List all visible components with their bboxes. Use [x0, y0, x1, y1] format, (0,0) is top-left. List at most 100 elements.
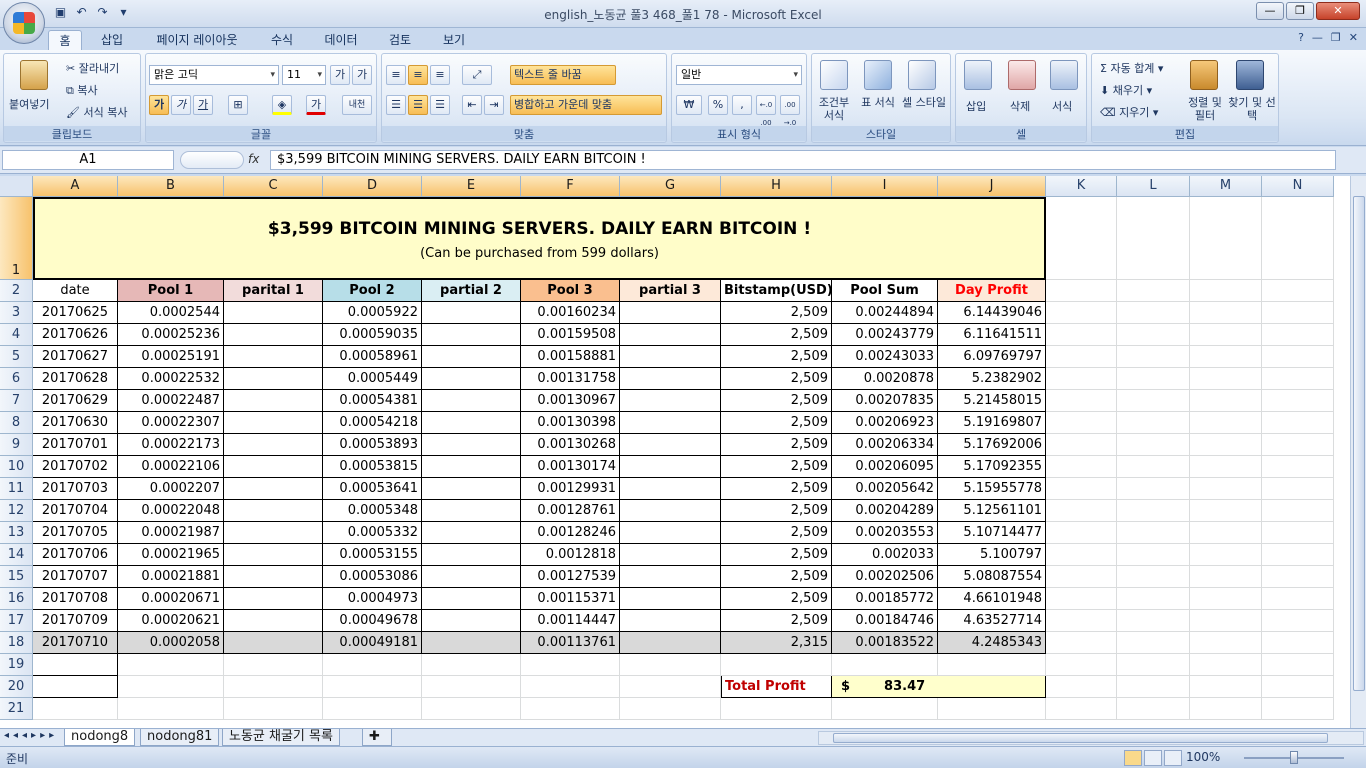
table-row-cell[interactable]: 0.00183522: [832, 632, 938, 654]
table-row-cell[interactable]: [620, 632, 721, 654]
cell[interactable]: [1190, 698, 1262, 720]
cell[interactable]: [1117, 500, 1190, 522]
cell[interactable]: [1262, 302, 1334, 324]
cell[interactable]: [1117, 588, 1190, 610]
cell[interactable]: [832, 698, 938, 720]
bold-button[interactable]: 가: [149, 95, 169, 115]
row-header-10[interactable]: 10: [0, 456, 33, 478]
table-row-cell[interactable]: 5.10714477: [938, 522, 1046, 544]
horizontal-scroll-thumb[interactable]: [833, 733, 1328, 743]
row-header-20[interactable]: 20: [0, 676, 33, 698]
table-row-cell[interactable]: 0.00114447: [521, 610, 620, 632]
row-header-5[interactable]: 5: [0, 346, 33, 368]
cell[interactable]: [1262, 346, 1334, 368]
copy-button[interactable]: ⧉ 복사: [66, 82, 98, 98]
tab-page-layout[interactable]: 페이지 레이아웃: [146, 30, 248, 50]
cell[interactable]: [521, 676, 620, 698]
row-header-6[interactable]: 6: [0, 368, 33, 390]
table-row-cell[interactable]: [422, 588, 521, 610]
table-row-cell[interactable]: 5.21458015: [938, 390, 1046, 412]
cell[interactable]: [1262, 544, 1334, 566]
cell[interactable]: [1117, 544, 1190, 566]
cell[interactable]: [1046, 698, 1117, 720]
table-row-cell[interactable]: 5.17092355: [938, 456, 1046, 478]
cell[interactable]: [1117, 478, 1190, 500]
table-row-cell[interactable]: 0.00022532: [118, 368, 224, 390]
total-profit-label[interactable]: Total Profit: [721, 676, 832, 698]
orientation-icon[interactable]: ⤢: [462, 65, 492, 85]
zoom-slider-knob[interactable]: [1290, 751, 1298, 764]
currency-button[interactable]: ₩: [676, 95, 702, 115]
conditional-format-button[interactable]: 조건부 서식: [816, 96, 852, 122]
insert-cells-button[interactable]: 삽입: [966, 98, 986, 114]
table-row-cell[interactable]: [422, 566, 521, 588]
cell[interactable]: [1046, 478, 1117, 500]
format-cells-button[interactable]: 서식: [1052, 98, 1072, 114]
table-row-cell[interactable]: [224, 478, 323, 500]
zoom-level[interactable]: 100%: [1186, 750, 1220, 764]
table-header-cell[interactable]: Pool Sum: [832, 280, 938, 302]
table-row-cell[interactable]: 20170625: [33, 302, 118, 324]
table-row-cell[interactable]: 2,509: [721, 390, 832, 412]
table-row-cell[interactable]: [422, 324, 521, 346]
cell[interactable]: [1262, 368, 1334, 390]
cell[interactable]: [1046, 324, 1117, 346]
table-row-cell[interactable]: 0.0005922: [323, 302, 422, 324]
increase-decimal-button[interactable]: ←.0 .00: [756, 95, 776, 127]
table-row-cell[interactable]: [422, 478, 521, 500]
cell[interactable]: [1190, 676, 1262, 698]
minimize-button[interactable]: —: [1256, 2, 1284, 20]
cell[interactable]: [1046, 434, 1117, 456]
cell[interactable]: [1190, 588, 1262, 610]
total-profit-value[interactable]: $83.47: [832, 676, 1046, 698]
cell[interactable]: [1190, 346, 1262, 368]
percent-button[interactable]: %: [708, 95, 728, 115]
table-row-cell[interactable]: 20170710: [33, 632, 118, 654]
table-row-cell[interactable]: 0.00053086: [323, 566, 422, 588]
table-row-cell[interactable]: 0.00130398: [521, 412, 620, 434]
align-center-icon[interactable]: ☰: [408, 95, 428, 115]
cell[interactable]: [938, 654, 1046, 676]
cell[interactable]: [1117, 632, 1190, 654]
column-header-b[interactable]: B: [118, 176, 224, 197]
table-row-cell[interactable]: [422, 610, 521, 632]
table-row-cell[interactable]: 6.14439046: [938, 302, 1046, 324]
vertical-scroll-thumb[interactable]: [1353, 196, 1365, 691]
cell[interactable]: [1117, 302, 1190, 324]
column-header-a[interactable]: A: [33, 176, 118, 197]
cell[interactable]: [1262, 324, 1334, 346]
cell[interactable]: [1046, 544, 1117, 566]
cell[interactable]: [1117, 324, 1190, 346]
table-row-cell[interactable]: 0.00130174: [521, 456, 620, 478]
row-header-7[interactable]: 7: [0, 390, 33, 412]
row-header-13[interactable]: 13: [0, 522, 33, 544]
cell[interactable]: [422, 676, 521, 698]
row-header-21[interactable]: 21: [0, 698, 33, 720]
table-row-cell[interactable]: [224, 566, 323, 588]
table-row-cell[interactable]: 0.00131758: [521, 368, 620, 390]
cell[interactable]: [521, 654, 620, 676]
table-row-cell[interactable]: [422, 412, 521, 434]
title-banner-cell[interactable]: $3,599 BITCOIN MINING SERVERS. DAILY EAR…: [33, 197, 1046, 280]
cell[interactable]: [1262, 698, 1334, 720]
cell[interactable]: [1046, 610, 1117, 632]
table-header-cell[interactable]: partial 3: [620, 280, 721, 302]
table-row-cell[interactable]: 2,509: [721, 346, 832, 368]
column-header-g[interactable]: G: [620, 176, 721, 197]
table-header-cell[interactable]: Pool 2: [323, 280, 422, 302]
table-row-cell[interactable]: 0.00184746: [832, 610, 938, 632]
row-header-16[interactable]: 16: [0, 588, 33, 610]
table-row-cell[interactable]: 0.00022487: [118, 390, 224, 412]
table-row-cell[interactable]: 20170702: [33, 456, 118, 478]
table-row-cell[interactable]: 0.00159508: [521, 324, 620, 346]
table-row-cell[interactable]: 0.00206334: [832, 434, 938, 456]
table-row-cell[interactable]: 0.0005449: [323, 368, 422, 390]
row-header-18[interactable]: 18: [0, 632, 33, 654]
cut-button[interactable]: ✂ 잘라내기: [66, 60, 119, 76]
column-header-k[interactable]: K: [1046, 176, 1117, 197]
cell[interactable]: [323, 654, 422, 676]
table-row-cell[interactable]: 20170701: [33, 434, 118, 456]
table-row-cell[interactable]: [620, 544, 721, 566]
table-row-cell[interactable]: [620, 368, 721, 390]
cell[interactable]: [118, 676, 224, 698]
